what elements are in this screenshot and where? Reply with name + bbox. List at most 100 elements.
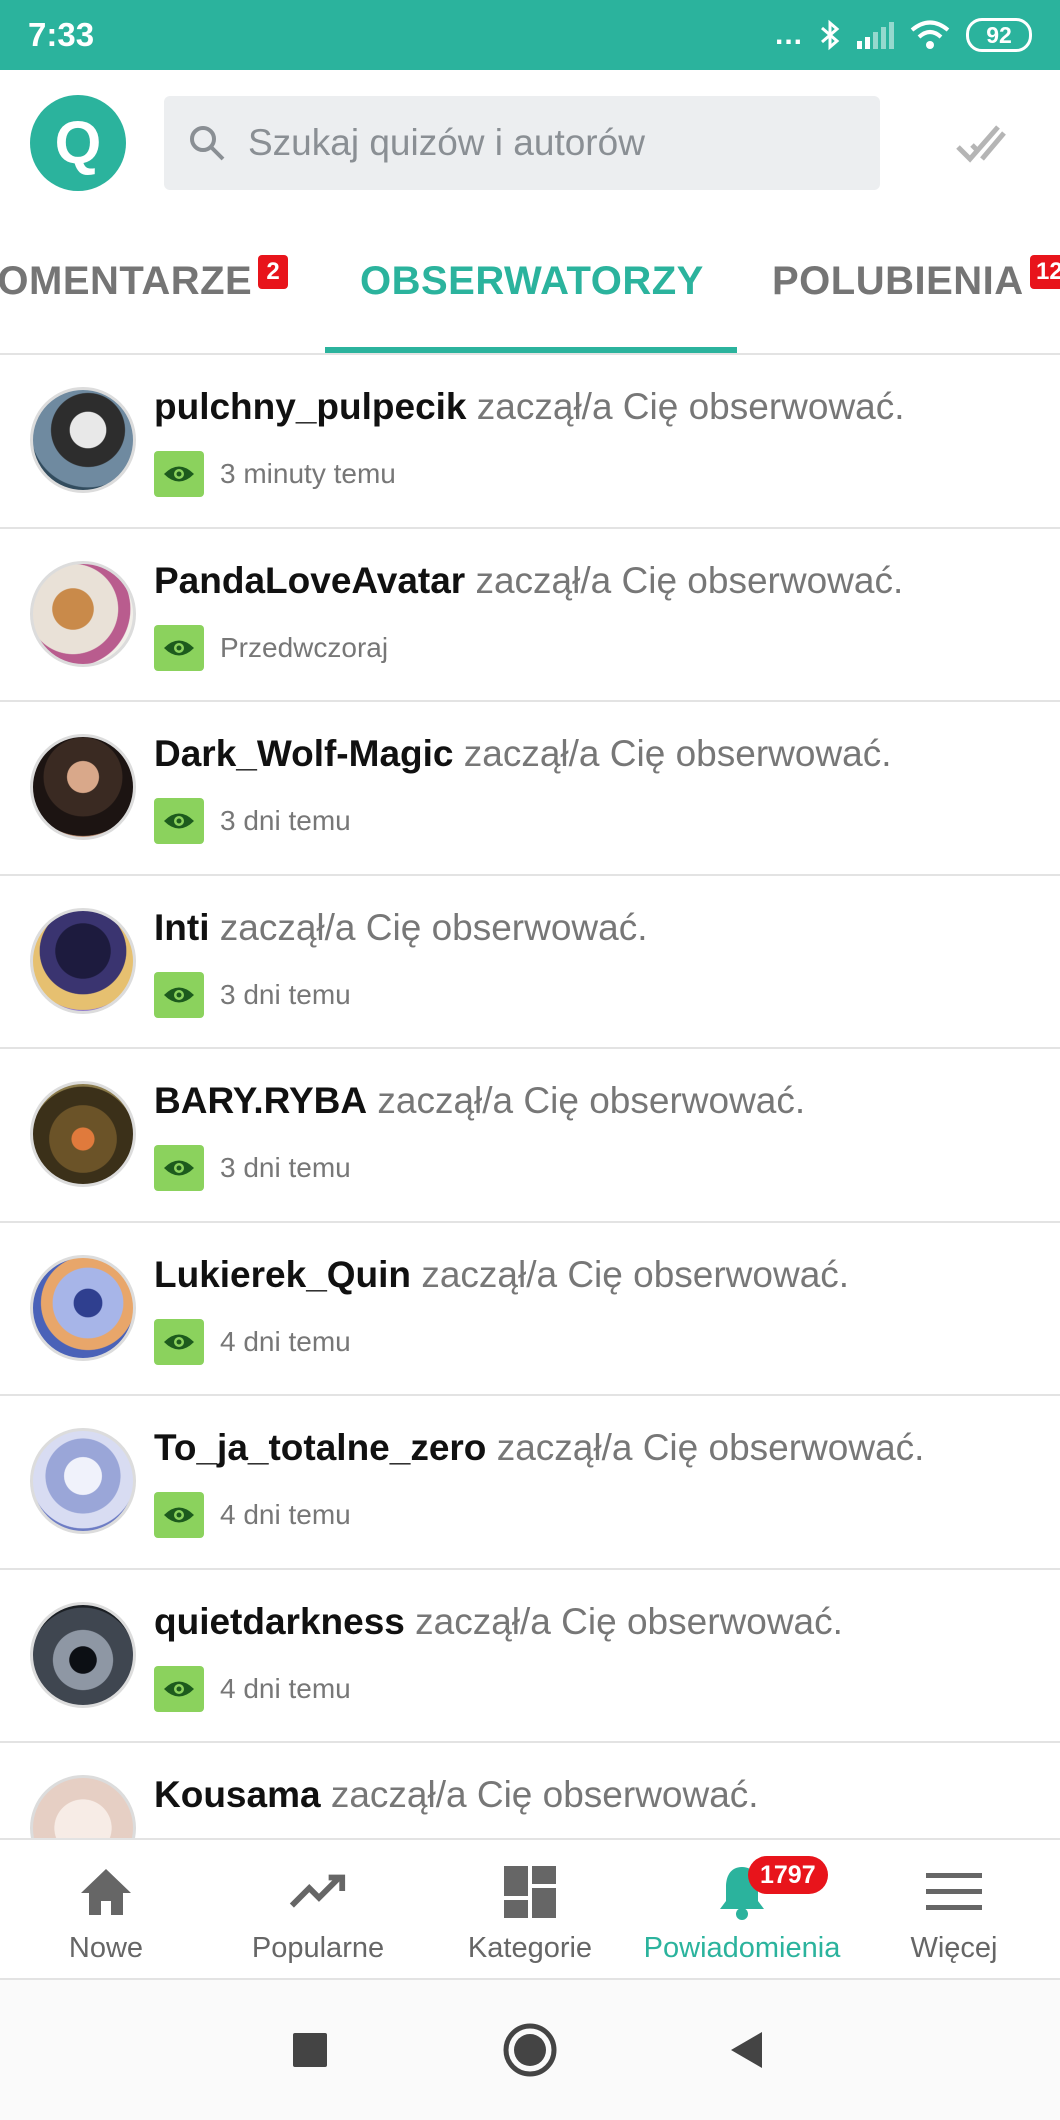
avatar[interactable] [30,734,136,840]
nav-wiecej[interactable]: Więcej [848,1840,1060,1978]
notification-tabs: KOMENTARZE 2 OBSERWATORZY POLUBIENIA 12 [0,215,1060,355]
list-item[interactable]: quietdarkness zaczął/a Cię obserwować. 4… [0,1570,1060,1743]
logo-letter: Q [54,109,102,176]
search-input[interactable] [248,121,856,164]
home-icon [76,1862,136,1922]
list-item[interactable]: Kousama zaczął/a Cię obserwować. [0,1743,1060,1838]
notification-message: zaczął/a Cię obserwować. [415,1600,843,1642]
nav-label: Popularne [251,1932,385,1964]
nav-popularne[interactable]: Popularne [212,1840,424,1978]
notification-time: 4 dni temu [220,1499,351,1530]
notification-time: 3 minuty temu [220,458,396,489]
avatar[interactable] [30,1081,136,1187]
notification-message: zaczął/a Cię obserwować. [377,1080,806,1121]
nav-label: Nowe [68,1932,144,1964]
list-item[interactable]: pulchny_pulpecik zaczął/a Cię obserwować… [0,355,1060,529]
username-link[interactable]: Dark_Wolf-Magic [154,733,454,774]
bottom-navigation: Nowe Popularne Kategorie 1797 Powiadomie… [0,1838,1060,1980]
nav-powiadomienia[interactable]: 1797 Powiadomienia [636,1840,848,1978]
square-icon [293,2033,327,2067]
notification-message: zaczął/a Cię obserwować. [496,1427,925,1468]
list-item[interactable]: Lukierek_Quin zaczął/a Cię obserwować. 4… [0,1223,1060,1396]
recents-button[interactable] [280,2020,340,2080]
avatar[interactable] [30,1775,136,1838]
tab-polubienia[interactable]: POLUBIENIA [772,259,1024,304]
avatar[interactable] [30,1601,136,1708]
system-navigation [0,1980,1060,2120]
circle-icon [503,2023,557,2077]
tab-obserwatorzy[interactable]: OBSERWATORZY [360,259,704,304]
eye-icon [154,1145,204,1191]
notification-message: zaczął/a Cię obserwować. [330,1774,759,1815]
nav-kategorie[interactable]: Kategorie [424,1840,636,1978]
battery-icon: 92 [966,18,1032,52]
tab-polubienia-badge: 12 [1030,255,1060,289]
mark-all-read-button[interactable] [950,113,1010,173]
signal-icon [857,21,894,49]
more-dots-icon: ... [774,18,803,51]
dashboard-icon [500,1862,560,1922]
tab-komentarze[interactable]: KOMENTARZE [0,259,252,304]
list-item[interactable]: To_ja_totalne_zero zaczął/a Cię obserwow… [0,1396,1060,1570]
notification-list: pulchny_pulpecik zaczął/a Cię obserwować… [0,355,1060,1838]
status-time: 7:33 [28,16,95,53]
username-link[interactable]: quietdarkness [154,1601,405,1642]
bluetooth-icon [821,19,840,51]
list-item[interactable]: PandaLoveAvatar zaczął/a Cię obserwować.… [0,529,1060,702]
eye-icon [154,1318,204,1365]
status-bar: 7:33 ... 92 [0,0,1060,70]
nav-label: Kategorie [467,1932,593,1964]
avatar[interactable] [30,387,136,493]
avatar[interactable] [30,907,136,1014]
menu-icon [924,1862,984,1922]
active-tab-indicator [325,347,737,353]
nav-label: Więcej [910,1932,998,1964]
notification-count-badge: 1797 [748,1856,828,1894]
avatar[interactable] [30,1254,136,1361]
notification-message: zaczął/a Cię obserwować. [463,733,892,774]
notification-message: zaczął/a Cię obserwować. [219,906,648,948]
notification-message: zaczął/a Cię obserwować. [476,386,905,427]
trending-icon [288,1862,348,1922]
eye-icon [154,798,204,844]
eye-icon [154,451,204,497]
username-link[interactable]: Kousama [154,1774,321,1815]
search-bar[interactable] [164,95,880,190]
eye-icon [154,971,204,1018]
username-link[interactable]: To_ja_totalne_zero [154,1427,486,1468]
username-link[interactable]: Inti [154,907,209,948]
notification-time: Przedwczoraj [220,631,389,663]
list-item[interactable]: Inti zaczął/a Cię obserwować. 3 dni temu [0,876,1060,1049]
username-link[interactable]: BARY.RYBA [154,1080,367,1121]
avatar[interactable] [30,1428,136,1534]
home-system-button[interactable] [500,2020,560,2080]
status-icons: ... 92 [775,18,1032,52]
back-triangle-icon [731,2032,762,2068]
username-link[interactable]: Lukierek_Quin [154,1254,411,1295]
double-check-icon [956,124,1006,163]
notification-time: 3 dni temu [220,978,351,1010]
tab-komentarze-badge: 2 [258,255,288,289]
battery-level: 92 [986,21,1012,48]
avatar[interactable] [30,560,136,667]
back-button[interactable] [716,2020,776,2080]
list-item[interactable]: Dark_Wolf-Magic zaczął/a Cię obserwować.… [0,702,1060,876]
nav-nowe[interactable]: Nowe [0,1840,212,1978]
nav-label: Powiadomienia [643,1932,841,1964]
notification-message: zaczął/a Cię obserwować. [475,559,904,601]
app-header: Q [0,70,1060,215]
tab-label: OBSERWATORZY [360,259,704,303]
eye-icon [154,624,204,671]
username-link[interactable]: PandaLoveAvatar [154,560,465,601]
list-item[interactable]: BARY.RYBA zaczął/a Cię obserwować. 3 dni… [0,1049,1060,1223]
wifi-icon [910,20,950,49]
app-logo[interactable]: Q [30,94,126,191]
tab-label: POLUBIENIA [772,259,1024,303]
eye-icon [154,1665,204,1712]
notification-time: 3 dni temu [220,1152,351,1183]
eye-icon [154,1492,204,1538]
search-icon [190,125,225,160]
username-link[interactable]: pulchny_pulpecik [154,386,467,427]
notification-time: 4 dni temu [220,1672,351,1704]
notification-time: 3 dni temu [220,805,351,836]
